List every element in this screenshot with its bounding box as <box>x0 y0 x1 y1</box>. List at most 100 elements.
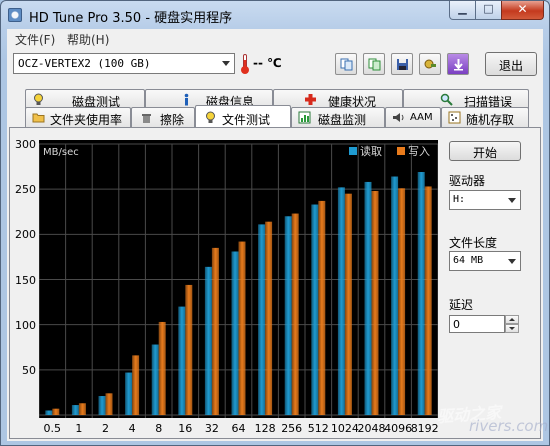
monitor-chart-icon <box>298 111 311 124</box>
chevron-down-icon <box>508 198 516 203</box>
bar-write <box>265 221 273 415</box>
x-tick-label: 256 <box>281 422 303 435</box>
copy-screenshot-icon <box>368 58 381 71</box>
x-tick-label: 4096 <box>384 422 413 435</box>
chart-svg: MB/sec 读取 写入 <box>39 143 438 418</box>
magnifier-icon <box>440 93 453 106</box>
health-cross-icon <box>305 94 316 105</box>
tab-folder-usage-label: 文件夹使用率 <box>50 113 123 127</box>
bar-read <box>417 172 425 415</box>
tab-disk-monitor[interactable]: 磁盘监测 <box>291 107 385 127</box>
file-length-value: 64 MB <box>453 255 484 266</box>
bar-write <box>344 193 352 415</box>
copy-screenshot-button[interactable] <box>363 53 385 75</box>
bar-read <box>284 216 292 415</box>
random-access-icon <box>448 111 461 124</box>
save-icon <box>397 59 408 70</box>
file-length-label: 文件长度 <box>449 236 498 250</box>
tab-aam[interactable]: AAM <box>385 107 441 127</box>
menu-file[interactable]: 文件(F) <box>15 31 55 48</box>
bar-write <box>238 241 246 415</box>
tab-erase[interactable]: 擦除 <box>131 107 195 127</box>
client-area: 文件(F) 帮助(H) OCZ-VERTEX2 (100 GB) -- ℃ 退出… <box>7 29 548 441</box>
minimize-button[interactable]: ▁ <box>449 1 476 20</box>
bar-read <box>364 181 372 415</box>
x-tick-label: 16 <box>178 422 193 435</box>
delay-spinner[interactable] <box>505 315 519 333</box>
legend-swatch <box>397 147 405 155</box>
tab-random-access-label: 随机存取 <box>466 113 515 127</box>
y-tick-label: 100 <box>15 318 36 332</box>
drive-select[interactable]: OCZ-VERTEX2 (100 GB) <box>13 53 235 74</box>
save-button[interactable] <box>391 53 413 75</box>
bar-write <box>211 247 219 415</box>
y-tick-label: 250 <box>15 183 36 197</box>
bar-read <box>71 405 79 415</box>
x-tick-label: 512 <box>307 422 329 435</box>
x-tick-label: 2 <box>102 422 109 435</box>
tab-error-scan[interactable]: 扫描错误 <box>403 89 529 109</box>
options-icon <box>424 59 436 69</box>
folder-icon <box>32 113 45 123</box>
bar-write <box>158 321 166 415</box>
download-button[interactable] <box>447 53 469 75</box>
file-test-icon <box>206 111 215 123</box>
bar-read <box>391 176 399 415</box>
delay-label: 延迟 <box>449 298 474 312</box>
bar-write <box>291 213 299 415</box>
tab-disk-monitor-label: 磁盘监测 <box>318 113 367 127</box>
benchmark-chart: MB/sec 读取 写入 <box>39 140 438 418</box>
legend-label: 读取 <box>360 144 382 158</box>
chevron-down-icon <box>508 259 516 264</box>
temperature-readout: -- ℃ <box>253 56 282 70</box>
x-tick-label: 4 <box>128 422 136 435</box>
bar-write <box>78 403 86 415</box>
close-icon: ✕ <box>517 2 528 16</box>
bar-read <box>311 204 319 415</box>
x-tick-label: 0.5 <box>43 422 62 435</box>
bar-read <box>98 396 106 415</box>
tab-file-benchmark-label: 文件测试 <box>222 113 271 127</box>
y-unit-label: MB/sec <box>43 147 79 158</box>
app-icon <box>8 8 22 22</box>
bar-write <box>132 355 140 415</box>
drive-letter-select[interactable]: H: <box>449 190 521 210</box>
file-length-select[interactable]: 64 MB <box>449 251 521 271</box>
x-tick-label: 1024 <box>330 422 359 435</box>
bar-write <box>424 186 432 415</box>
menu-bar: 文件(F) 帮助(H) <box>7 29 543 47</box>
delay-input[interactable]: 0 <box>449 315 505 333</box>
thermometer-icon <box>241 54 249 74</box>
bar-read <box>258 224 266 415</box>
title-bar[interactable]: HD Tune Pro 3.50 - 硬盘实用程序 ▁ □ ✕ <box>1 1 549 29</box>
drive-label: 驱动器 <box>449 174 486 188</box>
maximize-button[interactable]: □ <box>475 1 502 20</box>
info-icon <box>184 93 189 106</box>
tab-health[interactable]: 健康状况 <box>273 89 403 109</box>
drive-letter-value: H: <box>453 194 466 205</box>
options-button[interactable] <box>419 53 441 75</box>
toolbar: OCZ-VERTEX2 (100 GB) -- ℃ 退出 <box>7 47 543 87</box>
x-tick-label: 128 <box>254 422 276 435</box>
y-tick-label: 150 <box>15 273 36 287</box>
x-tick-label: 8 <box>155 422 163 435</box>
close-button[interactable]: ✕ <box>501 1 544 20</box>
tab-folder-usage[interactable]: 文件夹使用率 <box>25 107 131 127</box>
spin-up-icon[interactable] <box>505 315 519 324</box>
copy-text-button[interactable] <box>335 53 357 75</box>
trash-icon <box>142 114 151 123</box>
tab-file-benchmark[interactable]: 文件测试 <box>195 105 291 127</box>
menu-help[interactable]: 帮助(H) <box>67 31 109 48</box>
bar-write <box>52 408 60 415</box>
bar-read <box>204 266 212 415</box>
spin-down-icon[interactable] <box>505 324 519 333</box>
tab-aam-label: AAM <box>410 112 433 123</box>
tab-random-access[interactable]: 随机存取 <box>441 107 529 127</box>
tab-disk-benchmark[interactable]: 磁盘测试 <box>25 89 145 109</box>
bar-write <box>185 284 193 415</box>
copy-text-icon <box>340 58 353 71</box>
start-button[interactable]: 开始 <box>449 141 521 161</box>
exit-button[interactable]: 退出 <box>485 52 537 76</box>
bar-read <box>151 344 159 415</box>
app-window: HD Tune Pro 3.50 - 硬盘实用程序 ▁ □ ✕ 文件(F) 帮助… <box>0 0 550 446</box>
